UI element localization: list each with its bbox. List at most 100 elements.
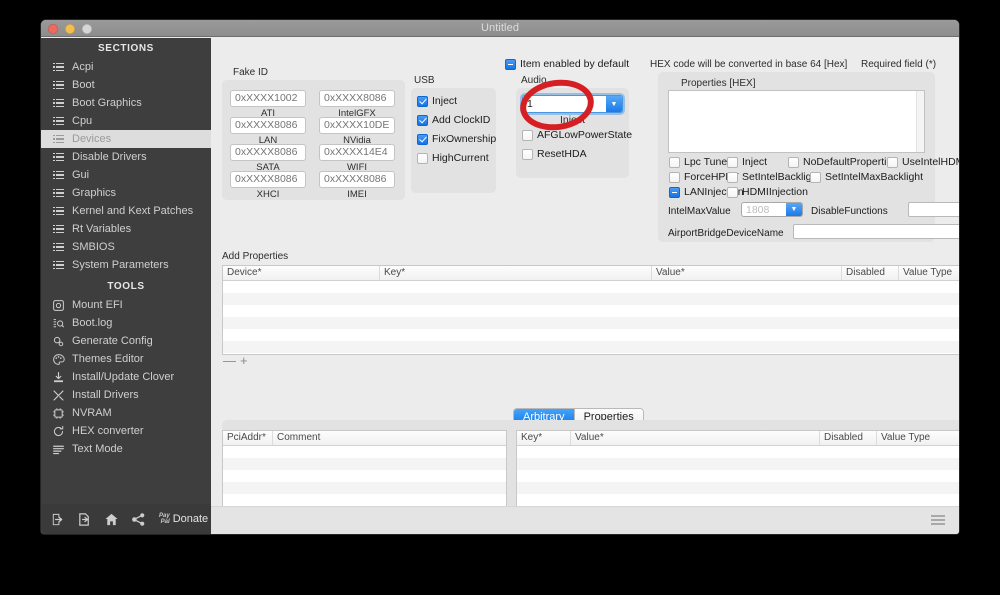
hex-setintelbacklight-checkbox[interactable]: SetIntelBacklight [727,171,820,183]
sidebar-tool-label: Install Drivers [72,389,139,401]
table-row[interactable] [223,317,959,329]
table-row[interactable] [223,293,959,305]
sidebar-tool-mount-efi[interactable]: Mount EFI [41,296,211,314]
table-row[interactable] [223,446,506,458]
fake-id-group: ATI IntelGFX LAN NVidia SATA WIFI XHCI IMEI [222,80,405,200]
fake-id-input-nvidia[interactable] [319,116,395,134]
sidebar-tool-text-mode[interactable]: Text Mode [41,440,211,458]
fake-id-input-xhci[interactable] [230,170,306,188]
sidebar-tool-themes-editor[interactable]: Themes Editor [41,350,211,368]
table-row[interactable] [223,281,959,293]
chevron-down-icon[interactable]: ▼ [786,203,802,216]
column-header[interactable]: Value Type [899,266,959,280]
arbitrary-table[interactable]: PciAddr* Comment [222,430,507,518]
sidebar-item-gui[interactable]: Gui [41,166,211,184]
sidebar-tool-nvram[interactable]: NVRAM [41,404,211,422]
audio-inject-value[interactable]: 1 [523,98,606,110]
hamburger-menu-icon[interactable] [931,515,945,526]
checkbox-box [417,152,428,164]
table-row[interactable] [223,482,506,494]
column-header[interactable]: Value* [571,431,820,445]
fake-id-input-sata[interactable] [230,143,306,161]
table-row[interactable] [223,341,959,353]
table-row[interactable] [223,329,959,341]
checkbox-box [522,129,533,141]
donate-button[interactable]: Pay Pal Donate [159,513,208,525]
sidebar-item-devices[interactable]: Devices [41,130,211,148]
share-icon[interactable] [130,511,146,527]
audio-inject-combo[interactable]: 1 ▼ [522,95,623,113]
properties-hex-textarea[interactable] [668,90,925,153]
chevron-down-icon[interactable]: ▼ [606,96,622,112]
sidebar-item-acpi[interactable]: Acpi [41,58,211,76]
sidebar-tool-hex-converter[interactable]: HEX converter [41,422,211,440]
hex-nodefaultproperties-checkbox[interactable]: NoDefaultProperties [788,156,898,168]
fake-id-input-lan[interactable] [230,116,306,134]
table-row[interactable] [223,305,959,317]
textarea-scrollbar[interactable] [916,91,924,152]
add-row-button[interactable]: + [240,354,248,367]
column-header[interactable]: Key* [380,266,652,280]
sidebar-item-cpu[interactable]: Cpu [41,112,211,130]
usb-highcurrent-checkbox[interactable]: HighCurrent [417,152,496,164]
sidebar-tool-generate-config[interactable]: Generate Config [41,332,211,350]
column-header[interactable]: Disabled [842,266,899,280]
sidebar-item-boot-graphics[interactable]: Boot Graphics [41,94,211,112]
hex-lpc-tune-checkbox[interactable]: Lpc Tune [669,156,727,168]
table-row[interactable] [517,494,959,506]
usb-fixownership-checkbox[interactable]: FixOwnership [417,133,496,145]
intel-max-value-combo[interactable]: 1808 ▼ [741,202,803,217]
sidebar-item-kernel-and-kext-patches[interactable]: Kernel and Kext Patches [41,202,211,220]
checkbox-box [727,156,738,168]
table-row[interactable] [223,470,506,482]
sidebar-item-disable-drivers[interactable]: Disable Drivers [41,148,211,166]
properties-table[interactable]: Key* Value* Disabled Value Type [516,430,959,518]
table-row[interactable] [517,470,959,482]
item-enabled-by-default-checkbox[interactable]: Item enabled by default [505,58,629,70]
sidebar-tool-install-drivers[interactable]: Install Drivers [41,386,211,404]
sidebar: SECTIONS Acpi Boot Boot Graphics Cpu Devices… [41,38,211,534]
usb-inject-checkbox[interactable]: Inject [417,95,496,107]
sidebar-item-label: Kernel and Kext Patches [72,205,194,217]
table-row[interactable] [517,458,959,470]
table-row[interactable] [223,494,506,506]
sidebar-sections-list: Acpi Boot Boot Graphics Cpu Devices Disable D… [41,58,211,274]
sidebar-item-rt-variables[interactable]: Rt Variables [41,220,211,238]
audio-resethda-checkbox[interactable]: ResetHDA [522,148,629,160]
hex-inject-checkbox[interactable]: Inject [727,156,767,168]
column-header[interactable]: Value Type [877,431,959,445]
table-row[interactable] [223,458,506,470]
fake-id-input-ati[interactable] [230,89,306,107]
app-window: Untitled SECTIONS Acpi Boot Boot Graphics C… [41,20,959,534]
hex-useintelhdmi-checkbox[interactable]: UseIntelHDMI [887,156,959,168]
hex-setintelmaxbacklight-checkbox[interactable]: SetIntelMaxBacklight [810,171,923,183]
sidebar-item-smbios[interactable]: SMBIOS [41,238,211,256]
column-header[interactable]: Disabled [820,431,877,445]
remove-row-button[interactable]: — [223,354,236,367]
fake-id-input-wifi[interactable] [319,143,395,161]
export-icon[interactable] [76,511,92,527]
table-row[interactable] [517,446,959,458]
sidebar-tool-install-update-clover[interactable]: Install/Update Clover [41,368,211,386]
table-row[interactable] [517,482,959,494]
fake-id-input-intelgfx[interactable] [319,89,395,107]
hex-hdmiinjection-checkbox[interactable]: HDMIInjection [727,186,808,198]
audio-afglowpowerstate-checkbox[interactable]: AFGLowPowerState [522,129,632,141]
sidebar-item-boot[interactable]: Boot [41,76,211,94]
home-icon[interactable] [103,511,119,527]
sidebar-item-graphics[interactable]: Graphics [41,184,211,202]
import-icon[interactable] [49,511,65,527]
column-header[interactable]: Key* [517,431,571,445]
disable-functions-input[interactable] [908,202,959,217]
airport-bridge-input[interactable] [793,224,959,239]
column-header[interactable]: Comment [273,431,506,445]
list-icon [51,151,66,164]
column-header[interactable]: PciAddr* [223,431,273,445]
column-header[interactable]: Device* [223,266,380,280]
column-header[interactable]: Value* [652,266,842,280]
sidebar-item-system-parameters[interactable]: System Parameters [41,256,211,274]
fake-id-input-imei[interactable] [319,170,395,188]
add-properties-table[interactable]: Device* Key* Value* Disabled Value Type [222,265,959,355]
sidebar-tool-boot-log[interactable]: Boot.log [41,314,211,332]
usb-add-clockid-checkbox[interactable]: Add ClockID [417,114,496,126]
